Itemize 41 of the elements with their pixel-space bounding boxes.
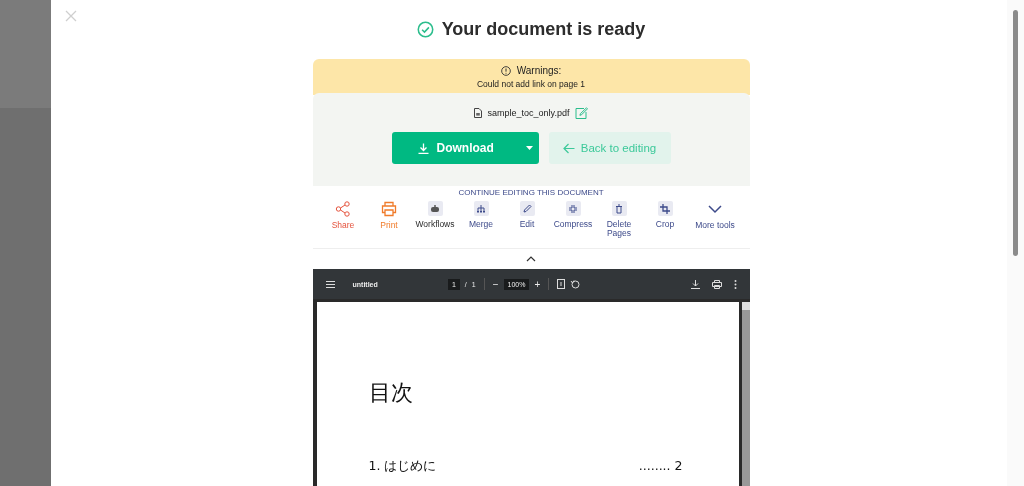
tool-button[interactable]: Share xyxy=(321,201,365,237)
download-icon xyxy=(417,142,429,154)
tool-button[interactable]: Crop xyxy=(643,201,687,237)
menu-icon[interactable] xyxy=(325,280,335,288)
arrow-left-icon xyxy=(562,142,575,154)
warning-heading: Warnings: xyxy=(516,65,562,76)
tool-button[interactable]: Merge xyxy=(459,201,503,237)
merge-icon xyxy=(473,201,489,216)
zoom-in-button[interactable]: + xyxy=(534,278,541,290)
compress-icon xyxy=(565,201,581,216)
tool-button[interactable]: Edit xyxy=(505,201,549,237)
tool-button[interactable]: Workflows xyxy=(413,201,457,237)
warning-message: Could not add link on page 1 xyxy=(476,79,586,89)
file-name: sample_toc_only.pdf xyxy=(487,108,570,118)
workflows-icon xyxy=(427,201,443,216)
info-icon xyxy=(500,65,511,76)
more-options-icon[interactable] xyxy=(733,279,737,289)
caret-icon[interactable] xyxy=(525,146,533,150)
delete-icon xyxy=(611,201,627,216)
rotate-icon[interactable] xyxy=(570,279,581,289)
tool-button[interactable]: More tools xyxy=(689,201,741,237)
share-icon xyxy=(335,201,351,217)
printer-icon xyxy=(381,201,397,217)
chevron-up-icon[interactable] xyxy=(526,256,536,262)
page-scrollbar[interactable] xyxy=(1007,0,1024,486)
crop-icon xyxy=(657,201,673,216)
tool-button[interactable]: Delete Pages xyxy=(597,201,641,237)
file-icon xyxy=(473,108,482,118)
tool-button[interactable]: Compress xyxy=(551,201,595,237)
printer-icon[interactable] xyxy=(711,279,722,289)
toc-page-number: ........ 2 xyxy=(638,458,683,475)
scrollbar[interactable] xyxy=(741,302,750,486)
edit-icon xyxy=(519,201,535,216)
toc-heading: 目次 xyxy=(368,379,414,407)
tools-heading: CONTINUE EDITING THIS DOCUMENT xyxy=(457,189,605,197)
fit-page-icon[interactable] xyxy=(557,279,566,289)
page-title: Your document is ready xyxy=(441,19,646,40)
download-icon[interactable] xyxy=(690,279,700,289)
toc-entry: 1. はじめに xyxy=(368,458,437,475)
check-circle-icon xyxy=(416,21,434,38)
zoom-out-button[interactable]: − xyxy=(492,278,499,290)
